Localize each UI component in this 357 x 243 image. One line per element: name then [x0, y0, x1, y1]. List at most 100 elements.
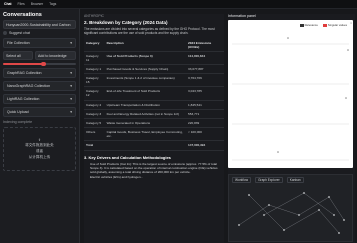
chart-point [287, 37, 289, 39]
graph-canvas[interactable] [229, 185, 352, 239]
table-cell: Category 5 [84, 118, 105, 129]
file-dropzone[interactable]: ⇪ 将文件拖放到此处 或者 从计算机上传 [3, 127, 76, 171]
tab-kanban[interactable]: Kanban [286, 177, 304, 183]
table-cell: 1,845,541 [186, 100, 224, 110]
table-cell: Capital Goods, Business Travel, Employee… [104, 127, 187, 142]
table-cell: Category 11 [84, 51, 105, 66]
table-cell: < 100,000 [186, 127, 224, 142]
dropzone-line3[interactable]: 从计算机上传 [29, 155, 51, 160]
chevron-down-icon: ▾ [70, 71, 72, 75]
table-cell: 220,839 [186, 118, 224, 129]
chart-canvas [232, 37, 349, 161]
collection-graphrag[interactable]: GraphRAG Collection ▾ [3, 68, 76, 78]
collection-nanographrag[interactable]: NanoGraphRAG Collection ▾ [3, 81, 76, 91]
table-cell: Category 4 [84, 100, 105, 110]
chevron-down-icon: ▾ [70, 41, 72, 45]
emissions-table: Category Description 2024 Emissions (tCO… [84, 38, 224, 151]
scope-dropdown[interactable]: Add to knowledge [35, 51, 76, 60]
model-select[interactable]: Hunyuan2000-Sustainability and Carbon [3, 20, 76, 29]
select-all-dropdown[interactable]: Select all [3, 51, 33, 60]
table-row: Others Capital Goods, Business Travel, E… [84, 127, 224, 142]
tab-files[interactable]: Files [18, 2, 25, 6]
table-cell: 3,043,785 [186, 86, 224, 101]
section-title: 2. Breakdown by Category (2024 Data) [84, 20, 168, 25]
panel-title: Information panel [228, 14, 256, 18]
suggest-chat-toggle[interactable]: Suggest chat [3, 31, 76, 35]
table-row: Category 12 End-of-Life Treatment of Sol… [84, 86, 224, 101]
table-cell: Others [84, 127, 105, 142]
chart-point [347, 49, 349, 51]
sidebar: Conversations Hunyuan2000-Sustainability… [0, 9, 80, 243]
table-row: Category 15 Investments (Scope 1 & 2 of … [84, 73, 224, 88]
table-cell: Category 3 [84, 109, 105, 119]
slider-fill [3, 63, 44, 65]
collection-label: NanoGraphRAG Collection [7, 84, 51, 88]
file-collection-label: File Collection [7, 41, 30, 45]
table-row: Category 5 Waste Generated in Operations… [84, 118, 224, 129]
toggle-icon[interactable] [3, 31, 7, 35]
table-cell: Category 12 [84, 86, 105, 101]
chat-message: ANTHROPIC 2. Breakdown by Category (2024… [84, 14, 224, 243]
intro-paragraph: The emissions are divided into several c… [84, 27, 215, 36]
table-header: Description [104, 38, 187, 52]
table-row: Category 4 Upstream Transportation & Dis… [84, 100, 224, 110]
table-cell: Category 15 [84, 73, 105, 88]
quick-upload-header[interactable]: Quick Upload ▾ [3, 107, 76, 117]
table-row: Total 147,000,394 [84, 140, 224, 151]
chart-point [345, 97, 347, 99]
table-cell: Category 1 [84, 64, 105, 75]
table-cell [104, 140, 187, 151]
file-collection-header[interactable]: File Collection ▾ [3, 38, 76, 48]
chevron-down-icon: ▾ [70, 97, 72, 101]
table-row: Category 11 Use of Sold Products (Scope … [84, 51, 224, 66]
slider-knob[interactable] [41, 61, 46, 67]
graph-edges [238, 192, 345, 234]
table-cell: Purchased Goods & Services (Supply Chain… [104, 64, 187, 75]
table-cell: 33,077,887 [186, 64, 224, 75]
tab-chat[interactable]: Chat [4, 2, 12, 6]
dropzone-line1: 将文件拖放到此处 [25, 143, 54, 147]
table-cell: Use of Sold Products (Scope 3) [104, 51, 187, 66]
table-cell: End-of-Life Treatment of Sold Products [104, 86, 187, 101]
tab-browser[interactable]: Browser [31, 2, 43, 6]
chart-point [277, 151, 279, 153]
dropzone-line2: 或者 [35, 149, 44, 153]
chevron-down-icon: ▾ [70, 110, 72, 114]
table-cell: 114,000,844 [186, 51, 224, 66]
list-item: Use of Sold Products (Cat 11): This is t… [90, 162, 224, 175]
table-header-row: Category Description 2024 Emissions (tCO… [84, 38, 224, 52]
table-cell: Waste Generated in Operations [104, 118, 187, 129]
table-header: 2024 Emissions (tCO2e) [186, 38, 224, 52]
tab-workflow[interactable]: Workflow [232, 177, 252, 183]
table-row: Category 3 Fuel and Energy Related Activ… [84, 109, 224, 119]
quick-upload-label: Quick Upload [7, 110, 29, 114]
relevance-chart[interactable]: × Relevance Singular values [228, 20, 353, 168]
tab-tags[interactable]: Tags [49, 2, 56, 6]
list-item: Electric vehicles (EVs) and hydrogen... [90, 175, 224, 179]
graph-nodes [238, 192, 345, 234]
message-sender: ANTHROPIC [84, 14, 104, 18]
indexing-status: Indexing complete [3, 120, 33, 124]
table-cell: 553,771 [186, 109, 224, 119]
table-cell: Investments (Scope 1 & 2 of investee com… [104, 73, 187, 88]
tab-graph-explorer[interactable]: Graph Explorer [255, 177, 283, 183]
chevron-down-icon: ▾ [70, 84, 72, 88]
table-cell: 147,000,394 [186, 140, 224, 151]
collection-lightrag[interactable]: LightRAG Collection ▾ [3, 94, 76, 104]
table-header: Category [84, 38, 105, 52]
collection-label: GraphRAG Collection [7, 71, 42, 75]
collection-label: LightRAG Collection [7, 97, 40, 101]
upload-icon: ⇪ [37, 138, 41, 142]
sidebar-title: Conversations [3, 12, 42, 18]
model-select-value[interactable]: Hunyuan2000-Sustainability and Carbon [3, 20, 76, 29]
file-slider[interactable] [3, 61, 76, 67]
file-filter-row: Select all Add to knowledge [3, 51, 76, 60]
table-cell: Total [84, 140, 105, 151]
graph-panel-tabs: Workflow Graph Explorer Kanban [229, 175, 352, 185]
graph-panel[interactable]: Workflow Graph Explorer Kanban [228, 174, 353, 242]
suggest-chat-label: Suggest chat [9, 31, 30, 35]
table-cell: Fuel and Energy Related Activities (not … [104, 109, 187, 119]
subheading: 3. Key Drivers and Calculation Methodolo… [84, 154, 171, 160]
top-nav: Chat Files Browser Tags [0, 0, 357, 9]
table-cell: Upstream Transportation & Distribution [104, 100, 187, 110]
